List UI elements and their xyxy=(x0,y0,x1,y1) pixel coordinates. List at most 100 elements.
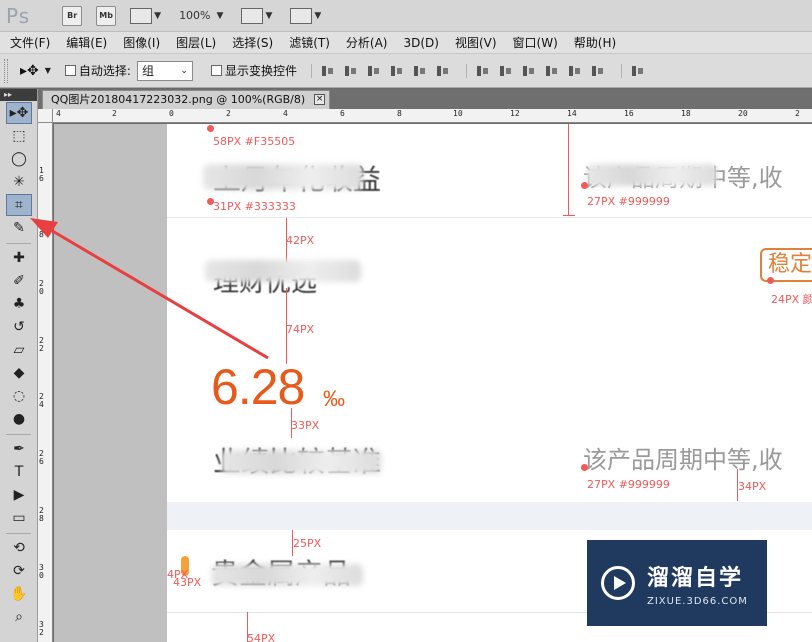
annotation-label: 34PX xyxy=(738,480,767,493)
type-icon[interactable]: T xyxy=(6,461,32,483)
bridge-button[interactable]: Br xyxy=(62,5,83,26)
ruler-label: 3 0 xyxy=(39,563,44,580)
ruler-label: 12 xyxy=(510,109,520,118)
chevron-down-icon[interactable]: ▼ xyxy=(154,11,161,21)
distribute-bottom-icon[interactable] xyxy=(521,64,537,78)
show-transform-label: 显示变换控件 xyxy=(224,64,297,78)
move-icon[interactable]: ▸✥ xyxy=(6,102,32,124)
zoom-icon[interactable]: ⌕ xyxy=(6,606,32,628)
menu-edit[interactable]: 编辑(E) xyxy=(56,34,113,51)
healing-brush-icon[interactable]: ✚ xyxy=(6,247,32,269)
blur-icon[interactable]: ◌ xyxy=(6,385,32,407)
brush-icon[interactable]: ✐ xyxy=(6,270,32,292)
rectangle-icon[interactable]: ▭ xyxy=(6,507,32,529)
auto-align-icon[interactable] xyxy=(630,64,646,78)
align-top-icon[interactable] xyxy=(320,64,336,78)
auto-select-checkbox[interactable] xyxy=(64,65,76,76)
ruler-label: 20 xyxy=(738,109,748,118)
lasso-icon[interactable]: ◯ xyxy=(6,148,32,170)
chevron-down-icon[interactable]: ▼ xyxy=(265,11,272,21)
watermark-text: 溜溜自学 ZIXUE.3D66.COM xyxy=(647,560,748,607)
options-bar: ▸✥ ▼ 自动选择: 组 ⌄ 显示变换控件 xyxy=(0,54,812,88)
menu-layer[interactable]: 图层(L) xyxy=(166,34,222,51)
menu-image[interactable]: 图像(I) xyxy=(113,34,166,51)
menu-select[interactable]: 选择(S) xyxy=(222,34,279,51)
chevron-down-icon[interactable]: ▼ xyxy=(217,11,224,21)
annotation-label: 33PX xyxy=(291,419,320,432)
annotation-label: 27PX #999999 xyxy=(587,478,670,491)
close-icon[interactable]: × xyxy=(314,94,326,105)
distribute-buttons xyxy=(465,63,613,78)
annotation-label: 31PX #333333 xyxy=(213,200,296,213)
play-logo-icon xyxy=(601,566,635,600)
redacted-patch xyxy=(203,164,363,190)
tools-panel-header[interactable]: ▸▸ xyxy=(0,89,37,101)
align-hcenter-icon[interactable] xyxy=(412,64,428,78)
ruler-label: 3 2 xyxy=(39,620,44,637)
zoom-level-select[interactable]: 100% xyxy=(179,9,210,22)
auto-align-buttons xyxy=(620,63,653,78)
chevron-down-icon: ⌄ xyxy=(180,65,188,76)
show-transform-checkbox[interactable] xyxy=(210,65,222,76)
arrange-documents-icon[interactable] xyxy=(241,7,264,24)
options-grip[interactable] xyxy=(4,58,8,83)
crop-icon[interactable]: ⌗ xyxy=(6,194,32,216)
menu-window[interactable]: 窗口(W) xyxy=(503,34,564,51)
menu-view[interactable]: 视图(V) xyxy=(445,34,503,51)
auto-select-value: 组 xyxy=(141,64,154,78)
stable-tag-label: 稳定 xyxy=(768,252,812,277)
screen-mode-icon[interactable] xyxy=(290,7,313,24)
ruler-label: 18 xyxy=(681,109,691,118)
horizontal-ruler[interactable]: 4 2 0 2 4 6 8 10 12 14 16 18 20 2 xyxy=(53,109,812,123)
annotation-label: 54PX xyxy=(247,632,276,642)
marquee-icon[interactable]: ⬚ xyxy=(6,125,32,147)
ruler-label: 4 xyxy=(283,109,288,118)
ruler-label: 2 6 xyxy=(39,449,44,466)
align-right-icon[interactable] xyxy=(435,64,451,78)
menu-help[interactable]: 帮助(H) xyxy=(564,34,622,51)
paint-bucket-icon[interactable]: ◆ xyxy=(6,362,32,384)
history-brush-icon[interactable]: ↺ xyxy=(6,316,32,338)
magic-wand-icon[interactable]: ✳ xyxy=(6,171,32,193)
clone-stamp-icon[interactable]: ♣ xyxy=(6,293,32,315)
auto-select-dropdown[interactable]: 组 ⌄ xyxy=(136,60,193,81)
ruler-origin[interactable] xyxy=(38,109,53,123)
chevron-down-icon[interactable]: ▼ xyxy=(314,11,321,21)
tools-panel: ▸▸ ▸✥ ⬚ ◯ ✳ ⌗ ✎ ✚ ✐ ♣ ↺ ▱ ◆ ◌ ● ✒ T ▶ ▭ … xyxy=(0,89,38,642)
annotation-dot xyxy=(767,277,774,284)
annotation-label: 42PX xyxy=(286,234,315,247)
menu-analysis[interactable]: 分析(A) xyxy=(336,34,394,51)
mini-bridge-button[interactable]: Mb xyxy=(96,5,117,26)
pen-icon[interactable]: ✒ xyxy=(6,438,32,460)
vertical-ruler[interactable]: 1 6 1 8 2 0 2 2 2 4 2 6 2 8 3 0 3 2 xyxy=(38,123,53,642)
auto-select-label: 自动选择: xyxy=(78,64,131,78)
distribute-hcenter-icon[interactable] xyxy=(567,64,583,78)
ruler-label: 2 xyxy=(112,109,117,118)
eyedropper-icon[interactable]: ✎ xyxy=(6,217,32,239)
3d-orbit-icon[interactable]: ⟳ xyxy=(6,560,32,582)
3d-rotate-icon[interactable]: ⟲ xyxy=(6,537,32,559)
ruler-label: 16 xyxy=(624,109,634,118)
measure-cap xyxy=(563,215,575,216)
align-left-icon[interactable] xyxy=(389,64,405,78)
menu-file[interactable]: 文件(F) xyxy=(0,34,56,51)
eraser-icon[interactable]: ▱ xyxy=(6,339,32,361)
hand-icon[interactable]: ✋ xyxy=(6,583,32,605)
distribute-right-icon[interactable] xyxy=(590,64,606,78)
distribute-left-icon[interactable] xyxy=(544,64,560,78)
move-tool-preset-icon[interactable]: ▸✥ xyxy=(20,63,39,79)
chevron-down-icon[interactable]: ▼ xyxy=(45,66,51,75)
align-vcenter-icon[interactable] xyxy=(343,64,359,78)
ruler-label: 6 xyxy=(340,109,345,118)
distribute-top-icon[interactable] xyxy=(475,64,491,78)
dodge-icon[interactable]: ● xyxy=(6,408,32,430)
path-select-icon[interactable]: ▶ xyxy=(6,484,32,506)
ruler-label: 2 xyxy=(795,109,800,118)
menu-3d[interactable]: 3D(D) xyxy=(393,36,444,50)
distribute-vcenter-icon[interactable] xyxy=(498,64,514,78)
align-bottom-icon[interactable] xyxy=(366,64,382,78)
product-description: 该产品周期中等,收 xyxy=(583,446,783,474)
menu-filter[interactable]: 滤镜(T) xyxy=(279,34,336,51)
document-tab[interactable]: QQ图片20180417223032.png @ 100%(RGB/8) × xyxy=(42,90,331,109)
view-extras-icon[interactable] xyxy=(130,7,153,24)
